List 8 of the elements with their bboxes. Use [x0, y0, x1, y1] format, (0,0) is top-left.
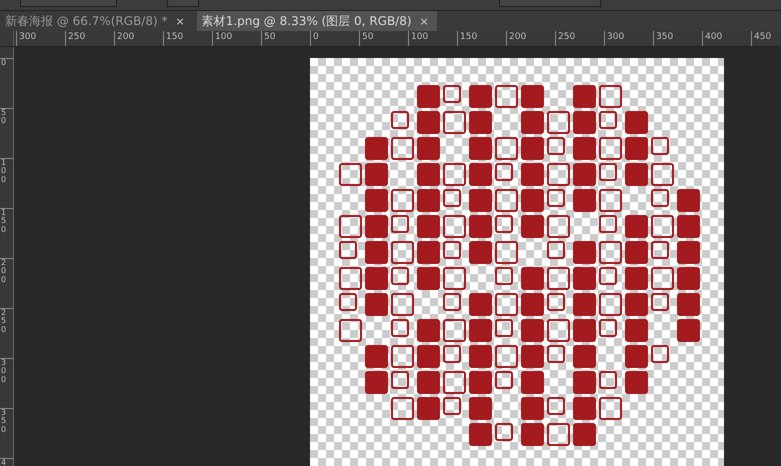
options-control[interactable] — [499, 0, 601, 7]
vertical-ruler: 0 50 100 150 200 250 300 350 4 — [0, 47, 14, 466]
horizontal-ruler: 300 250 200 150 100 50 0 50 100 150 200 250 300 350 400 450 — [14, 31, 781, 46]
close-tab-button[interactable]: × — [175, 14, 185, 28]
close-tab-button[interactable]: × — [420, 14, 429, 28]
options-control[interactable] — [20, 0, 117, 7]
document-tab[interactable]: 素材1.png @ 8.33% (图层 0, RGB/8) × — [196, 11, 437, 31]
options-control[interactable] — [167, 0, 199, 7]
